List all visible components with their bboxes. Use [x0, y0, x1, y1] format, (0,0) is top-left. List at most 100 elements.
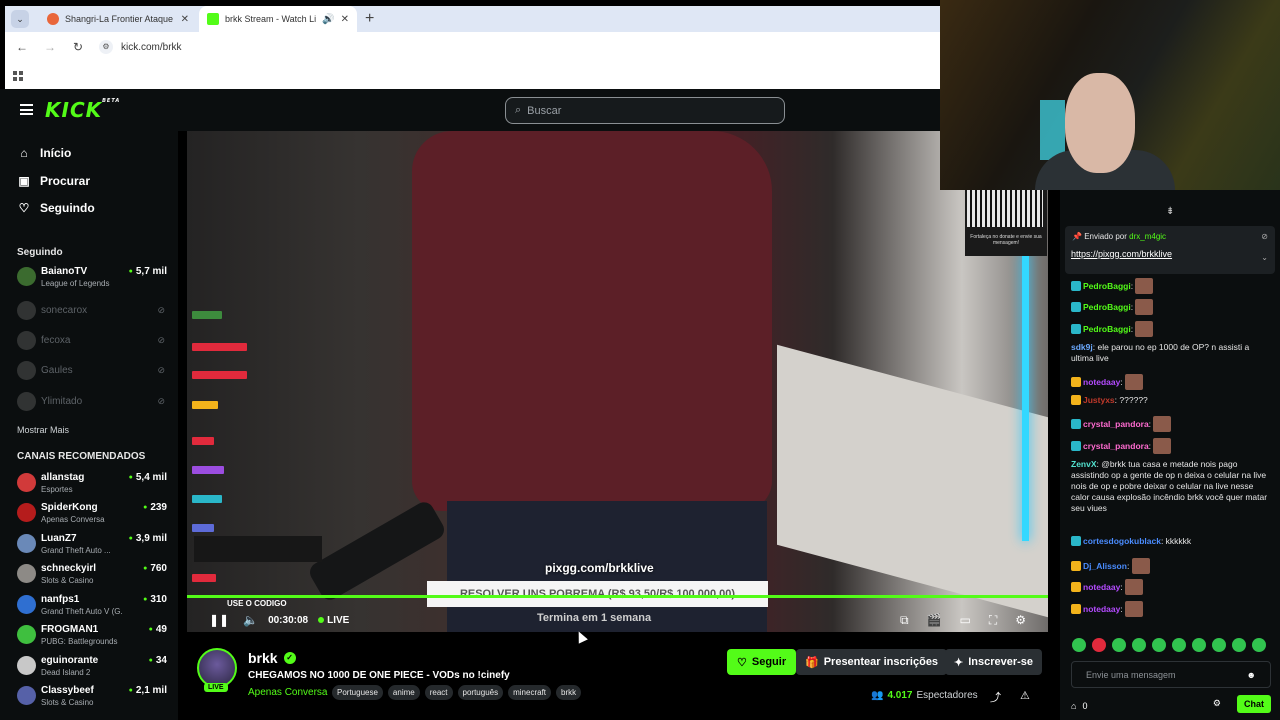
- miniplayer-icon[interactable]: ⧉: [900, 613, 909, 628]
- channel-category: League of Legends: [41, 279, 110, 288]
- new-tab-button[interactable]: +: [365, 10, 374, 28]
- following-channel[interactable]: Ylimitado ⊘: [17, 388, 167, 416]
- chat-username[interactable]: notedaay: [1083, 582, 1120, 592]
- emote-icon[interactable]: [1132, 638, 1146, 652]
- viewer-count: 760: [143, 563, 167, 574]
- close-tab-icon[interactable]: ✕: [341, 14, 349, 25]
- chat-username[interactable]: sdk9j: [1071, 342, 1093, 352]
- chat-username[interactable]: crystal_pandora: [1083, 419, 1149, 429]
- chat-username[interactable]: notedaay: [1083, 604, 1120, 614]
- emote-icon[interactable]: [1232, 638, 1246, 652]
- nav-label: Procurar: [40, 174, 91, 188]
- chat-username[interactable]: crystal_pandora: [1083, 441, 1149, 451]
- following-channel[interactable]: BaianoTV League of Legends 5,7 mil: [17, 265, 167, 293]
- recommended-channel[interactable]: allanstag Esportes 5,4 mil: [17, 471, 167, 499]
- tag[interactable]: anime: [387, 685, 420, 700]
- clip-icon[interactable]: 🎬: [927, 613, 942, 627]
- chat-username[interactable]: notedaay: [1083, 377, 1120, 387]
- chat-username[interactable]: Justyxs: [1083, 395, 1115, 405]
- kick-logo[interactable]: KICKBETA: [45, 98, 120, 122]
- audio-playing-icon[interactable]: 🔊: [322, 14, 334, 25]
- tag[interactable]: react: [424, 685, 453, 700]
- channel-name: SpiderKong: [41, 502, 98, 513]
- share-icon[interactable]: ⤴: [990, 689, 1001, 705]
- nav-home[interactable]: ⌂ Início: [17, 146, 71, 160]
- channel-category: Slots & Casino: [41, 576, 94, 585]
- subscribe-label: Inscrever-se: [968, 656, 1034, 668]
- settings-gear-icon[interactable]: ⚙: [1015, 613, 1026, 627]
- recommended-channel[interactable]: eguinorante Dead Island 2 34: [17, 654, 167, 682]
- menu-icon[interactable]: [20, 104, 33, 115]
- hide-icon[interactable]: ⊘: [1261, 232, 1268, 241]
- emote-icon[interactable]: [1192, 638, 1206, 652]
- tag[interactable]: português: [457, 685, 504, 700]
- following-channel[interactable]: Gaules ⊘: [17, 357, 167, 385]
- recommended-channel[interactable]: LuanZ7 Grand Theft Auto ... 3,9 mil: [17, 532, 167, 560]
- emote-icon[interactable]: [1072, 638, 1086, 652]
- chat-username[interactable]: cortesdogokublack: [1083, 536, 1161, 546]
- chat-username[interactable]: PedroBaggi: [1083, 302, 1131, 312]
- send-chat-button[interactable]: Chat: [1237, 695, 1271, 713]
- emoji-icon[interactable]: ☻: [1247, 670, 1256, 680]
- chat-username[interactable]: PedroBaggi: [1083, 324, 1131, 334]
- recommended-channel[interactable]: Classybeef Slots & Casino 2,1 mil: [17, 684, 167, 712]
- following-channel[interactable]: fecoxa ⊘: [17, 327, 167, 355]
- site-info-icon[interactable]: ⚙: [99, 40, 113, 54]
- chat-collapse-icon[interactable]: ⇟: [1166, 206, 1174, 217]
- live-indicator: LIVE: [318, 615, 349, 626]
- chat-username[interactable]: Dj_Alisson: [1083, 561, 1127, 571]
- search-input[interactable]: ⌕ Buscar: [505, 97, 785, 124]
- emote-icon[interactable]: [1152, 638, 1166, 652]
- video-player[interactable]: Fortaleça no donate e envie sua mensagem…: [187, 131, 1048, 632]
- apps-grid-icon[interactable]: [13, 70, 23, 81]
- chat-username[interactable]: PedroBaggi: [1083, 281, 1131, 291]
- channel-avatar[interactable]: [197, 648, 237, 688]
- emote-icon[interactable]: [1172, 638, 1186, 652]
- browser-tab-1[interactable]: Shangri-La Frontier Ataque No ✕: [39, 6, 197, 32]
- theater-mode-icon[interactable]: ▭: [959, 613, 970, 627]
- chat-settings-icon[interactable]: ⚙: [1213, 698, 1221, 709]
- close-tab-icon[interactable]: ✕: [181, 14, 189, 25]
- emote-icon[interactable]: [1112, 638, 1126, 652]
- emote-bar: [1072, 638, 1272, 654]
- chat-message: notedaay:: [1071, 374, 1271, 390]
- viewer-count-value: 4.017: [887, 690, 913, 701]
- tag[interactable]: brkk: [556, 685, 582, 700]
- recommended-channel[interactable]: SpiderKong Apenas Conversa 239: [17, 501, 167, 529]
- recommended-channel[interactable]: FROGMAN1 PUBG: Battlegrounds 49: [17, 623, 167, 651]
- nav-following[interactable]: ♡ Seguindo: [17, 201, 95, 215]
- gift-subs-button[interactable]: 🎁 Presentear inscrições: [796, 649, 948, 675]
- tab-search-dropdown[interactable]: ⌄: [11, 10, 29, 28]
- follow-button[interactable]: ♡ Seguir: [727, 649, 797, 675]
- report-icon[interactable]: ⚠: [1020, 689, 1030, 702]
- back-icon[interactable]: ←: [15, 40, 29, 54]
- pause-icon[interactable]: ❚❚: [209, 613, 229, 627]
- fullscreen-icon[interactable]: ⛶: [989, 613, 997, 628]
- emote-icon[interactable]: [1092, 638, 1106, 652]
- tag[interactable]: minecraft: [508, 685, 552, 700]
- show-more-link[interactable]: Mostrar Mais: [17, 425, 69, 435]
- emote-icon[interactable]: [1212, 638, 1226, 652]
- recommended-channel[interactable]: nanfps1 Grand Theft Auto V (G... 310: [17, 593, 167, 621]
- points-icon[interactable]: ⌂: [1071, 701, 1076, 711]
- following-channel[interactable]: sonecarox ⊘: [17, 297, 167, 325]
- chat-message-input[interactable]: Envie uma mensagem ☻: [1071, 661, 1271, 688]
- forward-icon[interactable]: →: [43, 40, 57, 54]
- pinned-link[interactable]: https://pixgg.com/brkklive: [1071, 249, 1172, 259]
- chat-username[interactable]: ZenvX: [1071, 459, 1097, 469]
- browser-tab-2[interactable]: brkk Stream - Watch Live o 🔊 ✕: [199, 6, 357, 32]
- recommended-channel[interactable]: schneckyirl Slots & Casino 760: [17, 562, 167, 590]
- volume-icon[interactable]: 🔈: [243, 613, 258, 627]
- subscribe-button[interactable]: ✦ Inscrever-se: [945, 649, 1043, 675]
- nav-browse[interactable]: ▣ Procurar: [17, 174, 90, 188]
- stream-category-link[interactable]: Apenas Conversa: [248, 687, 328, 698]
- avatar: [17, 503, 36, 522]
- emote-icon[interactable]: [1252, 638, 1266, 652]
- tag[interactable]: Portuguese: [332, 685, 383, 700]
- channel-name[interactable]: brkk ✓: [248, 650, 296, 666]
- chat-messages: PedroBaggi: PedroBaggi: PedroBaggi: sdk9…: [1060, 278, 1280, 638]
- address-bar[interactable]: ⚙ kick.com/brkk: [99, 36, 930, 58]
- user-badge-icon: [1071, 302, 1081, 312]
- chevron-down-icon[interactable]: ⌄: [1261, 253, 1268, 262]
- reload-icon[interactable]: ↻: [71, 40, 85, 54]
